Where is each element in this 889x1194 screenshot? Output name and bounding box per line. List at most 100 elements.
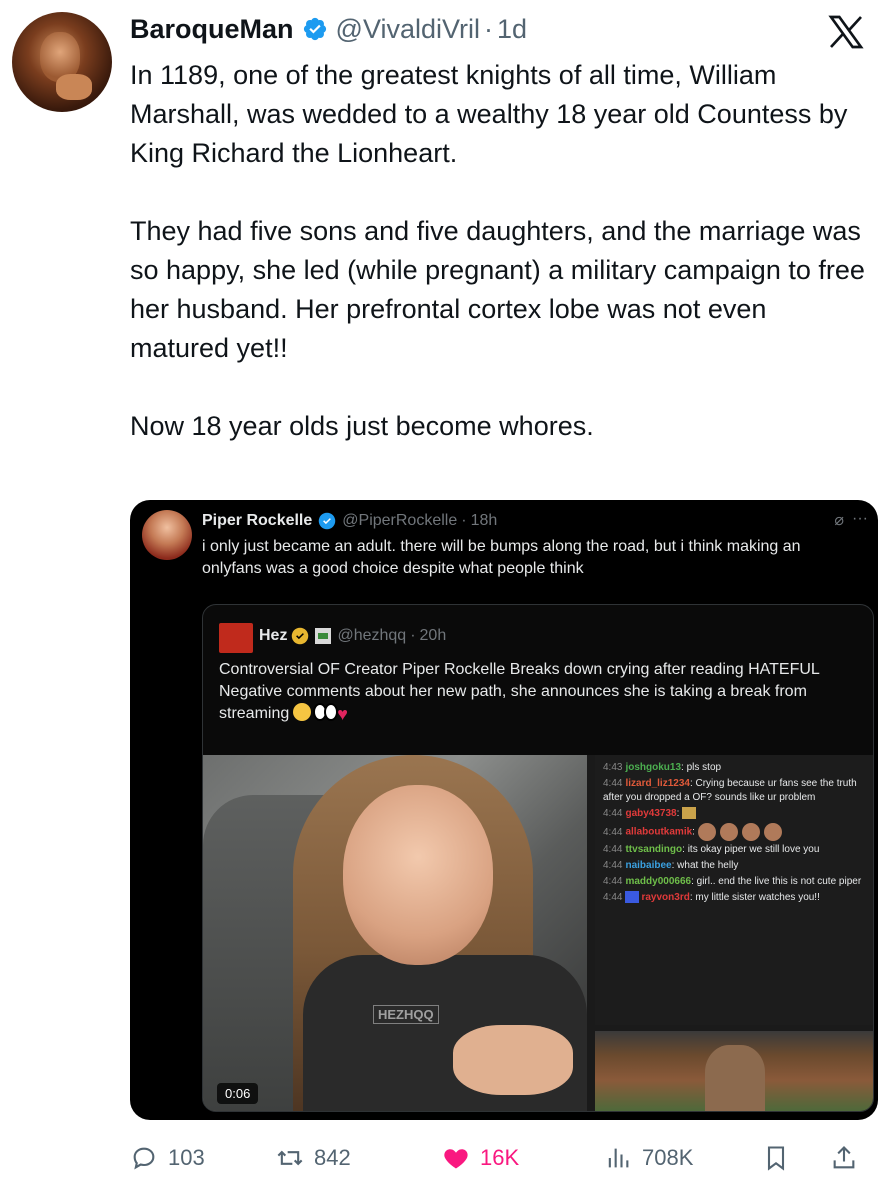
chat-message: 4:43 joshgoku13: pls stop xyxy=(603,761,867,775)
badge-icon xyxy=(625,891,640,904)
chat-message: 4:44 naibaibee: what the helly xyxy=(603,859,867,873)
inner-quote-header: Hez @hezhqq · 20h xyxy=(259,625,446,647)
chat-user: ttvsandingo xyxy=(625,844,683,855)
share-icon xyxy=(833,1146,855,1169)
heart-icon xyxy=(444,1149,468,1169)
inner-time: 20h xyxy=(419,627,447,644)
repost-button[interactable]: 842 xyxy=(276,1138,351,1178)
chat-text: : its okay piper we still love you xyxy=(682,844,820,855)
eyes-icon xyxy=(313,703,339,721)
action-bar: 103 842 16K 708K xyxy=(130,1138,870,1178)
quote-author-name: Piper Rockelle xyxy=(202,512,313,529)
views-icon xyxy=(608,1148,629,1168)
chat-time: 4:43 xyxy=(603,762,623,773)
reply-button[interactable]: 103 xyxy=(130,1138,205,1178)
video-player[interactable]: HEZHQQ 0:06 4:43 joshgoku13: pls stop 4:4… xyxy=(203,755,873,1111)
views-button[interactable]: 708K xyxy=(604,1138,693,1178)
chat-message: 4:44 ttvsandingo: its okay piper we still… xyxy=(603,843,867,857)
chat-text: : my little sister watches you!! xyxy=(689,892,820,903)
emote-icon xyxy=(719,823,738,841)
inner-quote-avatar xyxy=(219,623,253,653)
quote-avatar xyxy=(142,510,192,560)
chat-message: 4:44 lizard_liz1234: Crying because ur fa… xyxy=(603,777,867,805)
more-icon: ··· xyxy=(852,510,868,527)
tweet-header: BaroqueMan @VivaldiVril · 1d xyxy=(130,12,527,46)
chat-message: 4:44 rayvon3rd: my little sister watches … xyxy=(603,891,867,905)
chat-user: naibaibee xyxy=(625,860,672,871)
x-logo-icon[interactable] xyxy=(826,12,866,52)
separator-dot: · xyxy=(461,512,467,529)
chat-user: joshgoku13 xyxy=(625,762,682,773)
inner-handle: @hezhqq xyxy=(337,627,407,644)
chat-time: 4:44 xyxy=(603,892,623,903)
tweet-time[interactable]: 1d xyxy=(497,14,527,45)
gold-verified-icon xyxy=(292,627,309,645)
share-button[interactable] xyxy=(830,1138,868,1178)
video-duration: 0:06 xyxy=(217,1083,259,1104)
repost-count: 842 xyxy=(314,1145,351,1170)
person-face xyxy=(343,785,493,965)
chat-user: rayvon3rd xyxy=(641,892,690,903)
chat-text: : xyxy=(676,808,680,819)
chat-time: 4:44 xyxy=(603,778,623,789)
quote-time: 18h xyxy=(470,512,498,529)
broken-heart-icon: ♥ xyxy=(337,704,348,724)
emote-icon xyxy=(763,823,782,841)
inner-quote-card: Hez @hezhqq · 20h Controversial OF Creat… xyxy=(202,604,874,1112)
affiliate-badge-icon xyxy=(315,628,332,644)
bookmark-button[interactable] xyxy=(762,1138,800,1178)
quote-handle: @PiperRockelle xyxy=(342,512,458,529)
inner-author-name: Hez xyxy=(259,627,288,644)
thumbnail-person xyxy=(705,1045,765,1111)
edit-icon: ⌀ xyxy=(834,512,845,529)
chat-message: 4:44 gaby43738: xyxy=(603,807,867,821)
separator-dot: · xyxy=(483,13,493,44)
like-button[interactable]: 16K xyxy=(442,1138,519,1178)
chat-user: gaby43738 xyxy=(625,808,677,819)
live-chat: 4:43 joshgoku13: pls stop 4:44 lizard_liz1… xyxy=(595,755,873,1025)
inner-quote-text: Controversial OF Creator Piper Rockelle … xyxy=(219,659,859,725)
reply-icon xyxy=(133,1147,155,1170)
chat-user: allaboutkamik xyxy=(625,826,693,838)
chat-time: 4:44 xyxy=(603,860,623,871)
chat-text: : girl.. end the live this is not cute p… xyxy=(691,876,862,887)
flushed-face-icon xyxy=(293,703,312,721)
emote-icon xyxy=(682,807,697,820)
emoji-group: ♥ xyxy=(293,703,348,725)
bookmark-icon xyxy=(767,1146,785,1171)
repost-icon xyxy=(277,1150,303,1166)
chat-text: : what the helly xyxy=(671,860,739,871)
like-count: 16K xyxy=(480,1145,520,1170)
tweet-paragraph: Now 18 year olds just become whores. xyxy=(130,411,594,441)
verified-badge-icon xyxy=(303,17,326,41)
chat-user: lizard_liz1234 xyxy=(625,778,690,789)
chat-text: : pls stop xyxy=(681,762,722,773)
quoted-screenshot[interactable]: Piper Rockelle @PiperRockelle · 18h ⌀ ··… xyxy=(130,500,878,1120)
chat-time: 4:44 xyxy=(603,808,623,819)
stream-thumbnail xyxy=(595,1031,873,1111)
chat-time: 4:44 xyxy=(603,826,623,838)
avatar-hand xyxy=(56,74,92,100)
reply-count: 103 xyxy=(168,1145,205,1170)
chat-message: 4:44 allaboutkamik: xyxy=(603,823,867,841)
emote-icon xyxy=(697,823,716,841)
tweet-text: In 1189, one of the greatest knights of … xyxy=(130,56,870,446)
chat-time: 4:44 xyxy=(603,876,623,887)
chat-user: maddy000666 xyxy=(625,876,692,887)
author-name[interactable]: BaroqueMan xyxy=(130,14,294,45)
author-avatar[interactable] xyxy=(12,12,112,112)
chat-time: 4:44 xyxy=(603,844,623,855)
chat-text: : xyxy=(692,826,695,838)
author-handle[interactable]: @VivaldiVril xyxy=(336,14,480,45)
emote-row xyxy=(697,823,782,841)
person-hand xyxy=(453,1025,573,1095)
video-watermark: HEZHQQ xyxy=(373,1005,439,1024)
video-frame: HEZHQQ xyxy=(203,755,587,1111)
quote-header: Piper Rockelle @PiperRockelle · 18h xyxy=(202,510,497,532)
separator-dot: · xyxy=(410,627,416,644)
verified-badge-icon xyxy=(319,512,336,530)
quote-icons: ⌀ ··· xyxy=(834,510,868,530)
tweet-paragraph: In 1189, one of the greatest knights of … xyxy=(130,60,848,168)
quote-text: i only just became an adult. there will … xyxy=(202,538,801,577)
emote-icon xyxy=(741,823,760,841)
